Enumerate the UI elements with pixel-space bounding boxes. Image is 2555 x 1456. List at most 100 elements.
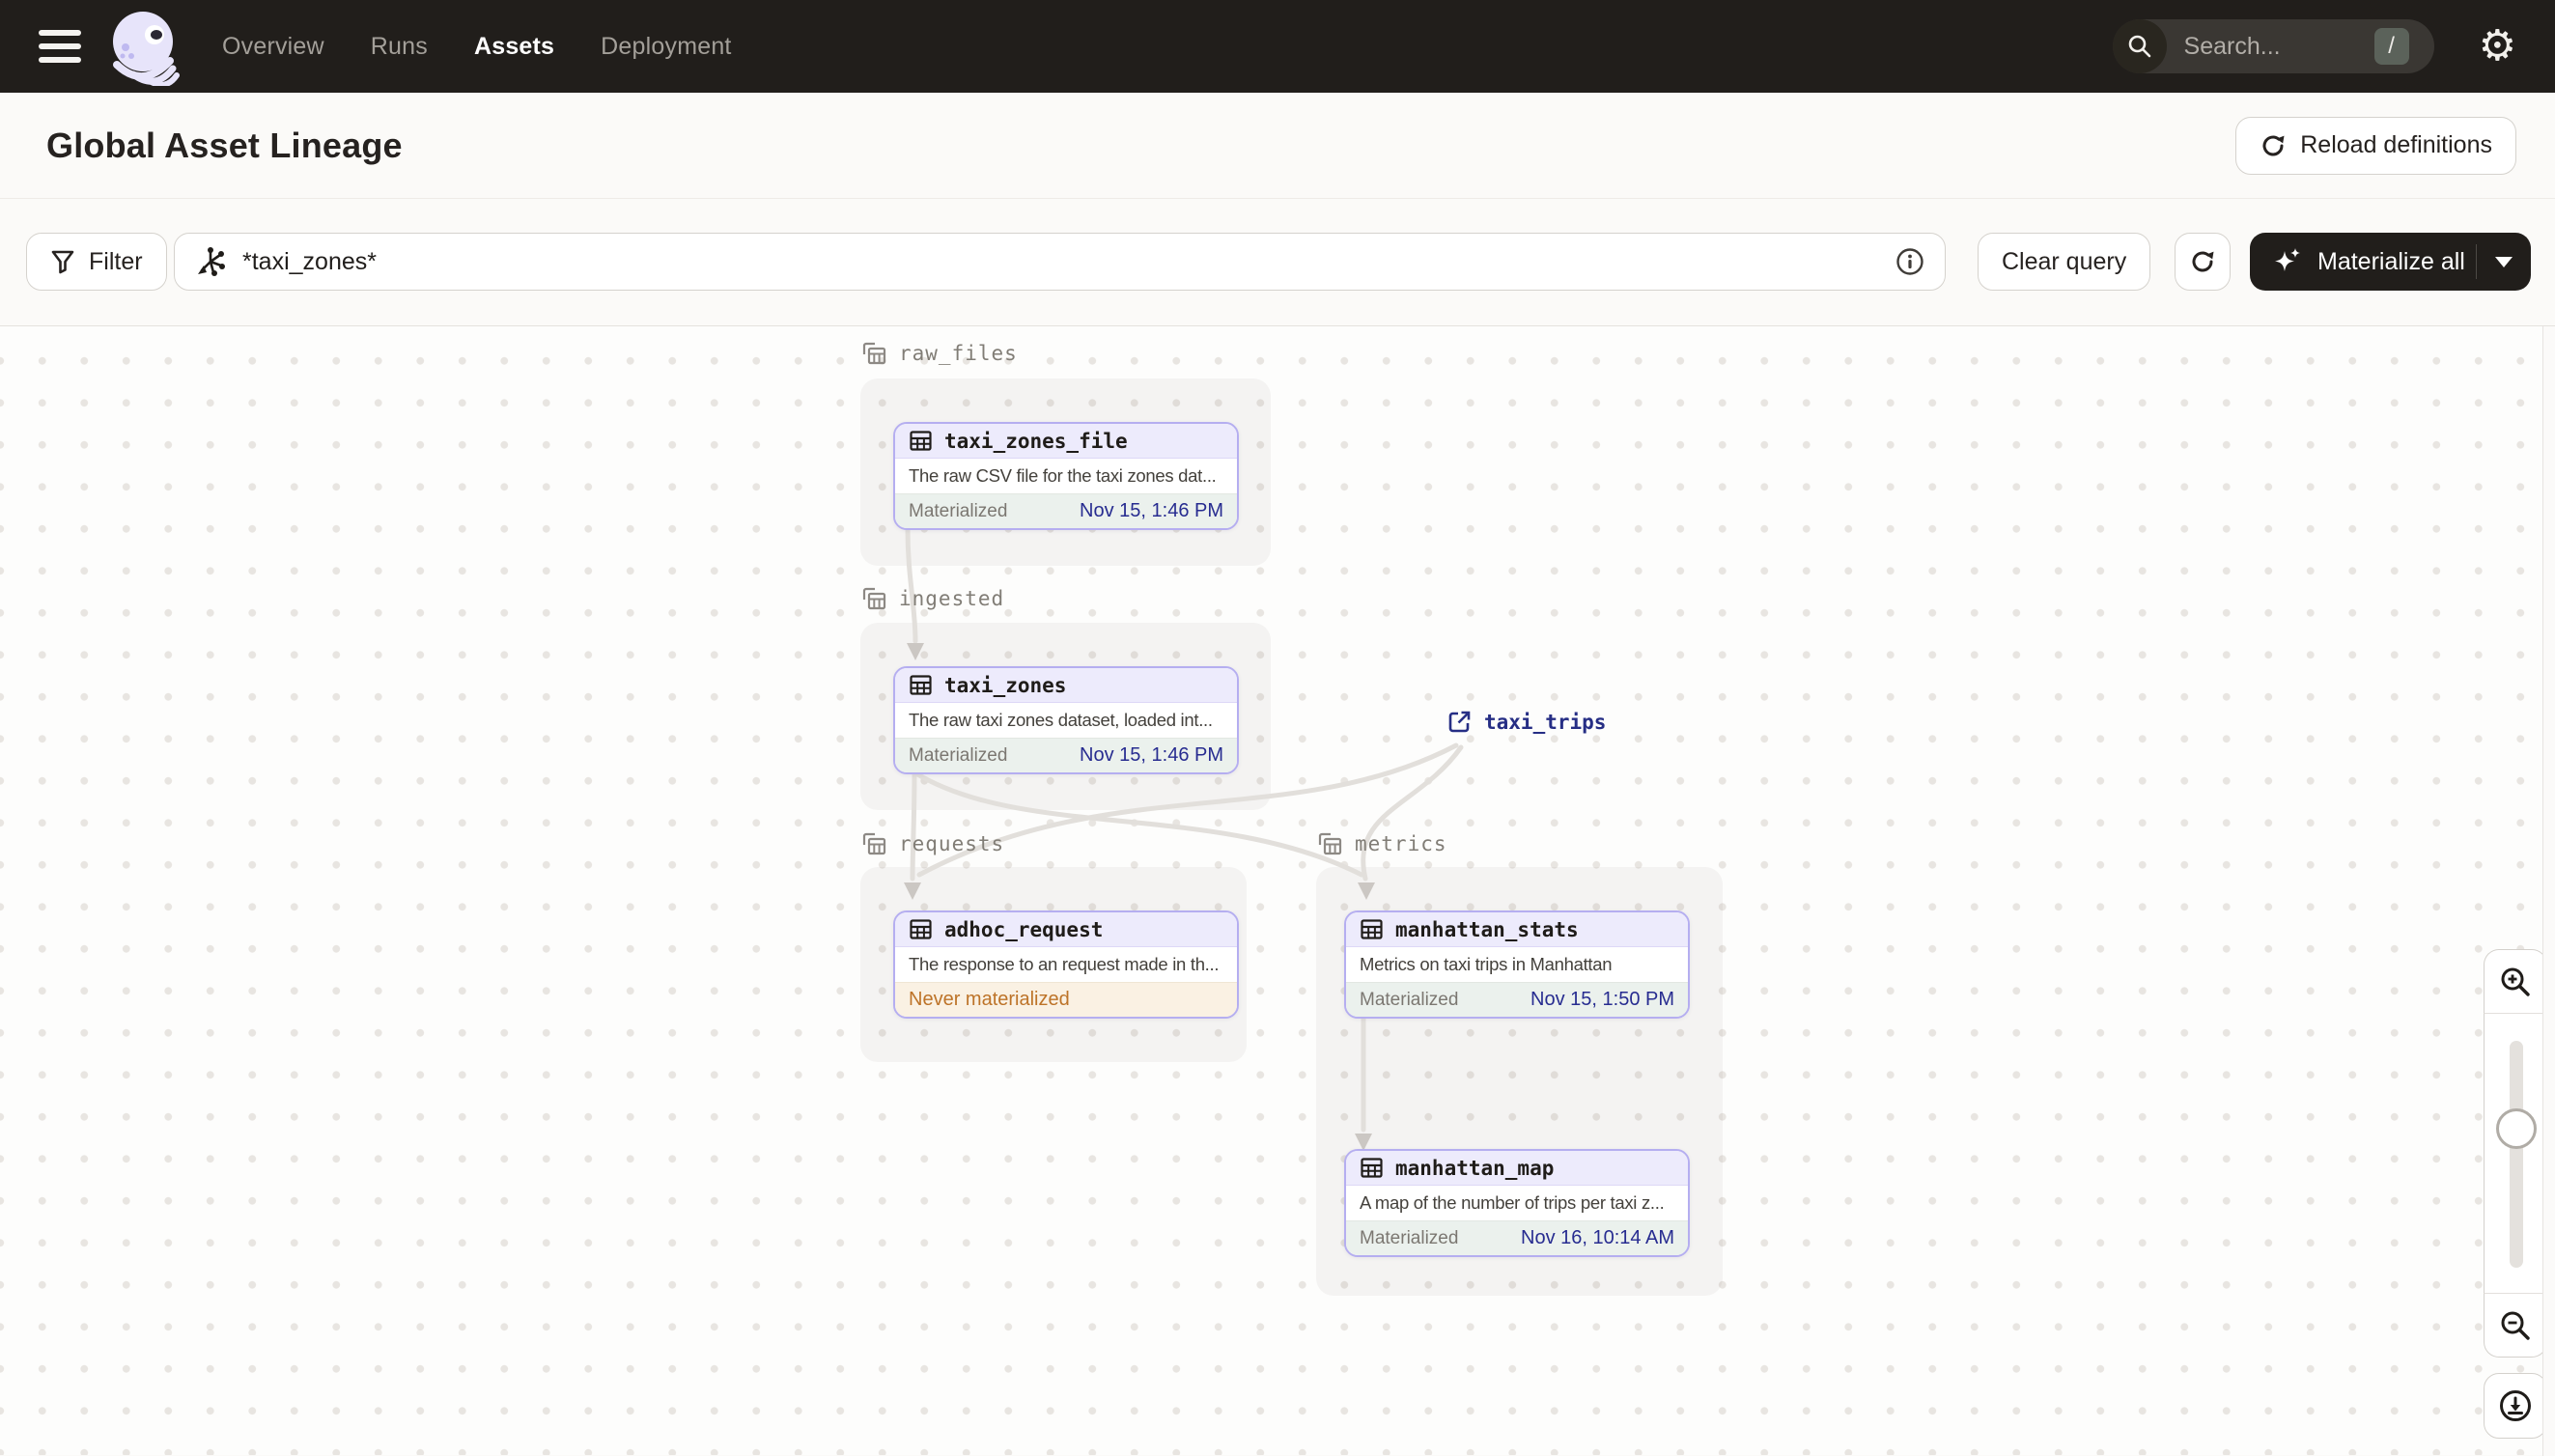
table-icon xyxy=(910,431,932,451)
group-table-icon xyxy=(862,342,886,365)
asset-description: The response to an request made in th... xyxy=(895,947,1237,982)
asset-node-manhattan-stats[interactable]: manhattan_stats Metrics on taxi trips in… xyxy=(1344,910,1690,1019)
nav-item-runs[interactable]: Runs xyxy=(371,33,428,61)
asset-node-adhoc-request[interactable]: adhoc_request The response to an request… xyxy=(893,910,1239,1019)
zoom-in-button[interactable] xyxy=(2484,949,2547,1013)
group-name: ingested xyxy=(899,587,1005,610)
status-label: Materialized xyxy=(909,500,1008,521)
nav-item-overview[interactable]: Overview xyxy=(222,33,324,61)
reload-definitions-label: Reload definitions xyxy=(2300,131,2492,158)
refresh-icon xyxy=(2192,251,2214,272)
asset-status-row: Materialized Nov 15, 1:46 PM xyxy=(895,493,1237,528)
table-icon xyxy=(1361,1158,1383,1178)
zoom-slider[interactable] xyxy=(2484,1013,2547,1294)
zoom-in-icon xyxy=(2501,967,2530,996)
asset-description: A map of the number of trips per taxi z.… xyxy=(1346,1186,1688,1220)
external-asset-taxi-trips[interactable]: taxi_trips xyxy=(1446,709,1606,735)
download-icon xyxy=(2500,1390,2531,1421)
asset-graph-icon xyxy=(198,247,225,276)
menu-bar xyxy=(39,30,81,36)
search-shortcut-badge: / xyxy=(2373,28,2409,65)
dagster-logo-icon[interactable] xyxy=(104,7,183,86)
download-view-button[interactable] xyxy=(2484,1373,2547,1439)
lineage-canvas[interactable]: raw_files ingested requests metrics taxi… xyxy=(0,325,2555,1455)
clear-query-label: Clear query xyxy=(2002,247,2127,275)
group-name: metrics xyxy=(1355,832,1447,855)
reload-definitions-button[interactable]: Reload definitions xyxy=(2235,116,2516,175)
filter-button[interactable]: Filter xyxy=(26,233,167,291)
search-icon xyxy=(2112,19,2167,73)
asset-status-row: Materialized Nov 15, 1:50 PM xyxy=(1346,982,1688,1017)
asset-node-header: manhattan_stats xyxy=(1346,912,1688,947)
asset-name: taxi_zones xyxy=(944,673,1067,697)
asset-node-header: adhoc_request xyxy=(895,912,1237,947)
status-timestamp[interactable]: Nov 16, 10:14 AM xyxy=(1521,1227,1674,1249)
group-table-icon xyxy=(862,587,886,610)
nav-links: Overview Runs Assets Deployment xyxy=(222,33,732,61)
reload-icon xyxy=(2262,135,2285,155)
materialize-dropdown-button[interactable] xyxy=(2477,233,2531,291)
asset-description: Metrics on taxi trips in Manhattan xyxy=(1346,947,1688,982)
nav-item-assets[interactable]: Assets xyxy=(474,33,554,61)
group-label-requests[interactable]: requests xyxy=(860,830,1004,857)
status-timestamp[interactable]: Nov 15, 1:50 PM xyxy=(1530,989,1674,1011)
page-header: Global Asset Lineage Reload definitions xyxy=(0,93,2555,199)
filter-label: Filter xyxy=(89,247,143,275)
menu-icon[interactable] xyxy=(39,30,81,63)
query-info-icon[interactable] xyxy=(1895,246,1925,277)
lineage-edges xyxy=(904,526,1464,1151)
status-label: Materialized xyxy=(1360,1227,1459,1248)
asset-status-row: Never materialized xyxy=(895,982,1237,1017)
group-name: raw_files xyxy=(899,342,1018,365)
asset-description: The raw taxi zones dataset, loaded int..… xyxy=(895,703,1237,738)
vertical-scrollbar[interactable] xyxy=(2542,326,2555,1456)
refresh-button[interactable] xyxy=(2175,233,2231,291)
group-table-icon xyxy=(862,832,886,855)
group-label-raw-files[interactable]: raw_files xyxy=(860,340,1018,367)
asset-node-header: manhattan_map xyxy=(1346,1151,1688,1186)
materialize-all-label: Materialize all xyxy=(2317,247,2465,275)
asset-node-manhattan-map[interactable]: manhattan_map A map of the number of tri… xyxy=(1344,1149,1690,1257)
settings-gear-icon[interactable]: ⚙ xyxy=(2479,25,2516,68)
status-label: Materialized xyxy=(909,744,1008,766)
zoom-out-button[interactable] xyxy=(2484,1294,2547,1358)
asset-name: manhattan_stats xyxy=(1395,917,1579,941)
filter-funnel-icon xyxy=(51,250,74,274)
search-input[interactable]: / xyxy=(2112,19,2434,73)
chevron-down-icon xyxy=(2495,256,2513,267)
zoom-slider-track[interactable] xyxy=(2510,1041,2523,1268)
sparkle-icon xyxy=(2275,248,2300,271)
zoom-out-icon xyxy=(2501,1311,2530,1340)
asset-name: taxi_zones_file xyxy=(944,429,1128,453)
group-label-ingested[interactable]: ingested xyxy=(860,585,1004,612)
clear-query-button[interactable]: Clear query xyxy=(1978,233,2151,291)
zoom-slider-handle[interactable] xyxy=(2496,1108,2537,1149)
external-link-icon xyxy=(1448,711,1471,733)
top-nav-bar: Overview Runs Assets Deployment / ⚙ xyxy=(0,0,2555,93)
search-field[interactable] xyxy=(2183,32,2348,61)
asset-status-row: Materialized Nov 16, 10:14 AM xyxy=(1346,1220,1688,1255)
table-icon xyxy=(910,675,932,695)
status-label: Materialized xyxy=(1360,989,1459,1010)
asset-node-header: taxi_zones_file xyxy=(895,424,1237,459)
asset-node-taxi-zones-file[interactable]: taxi_zones_file The raw CSV file for the… xyxy=(893,422,1239,530)
nav-right-cluster: / ⚙ xyxy=(2112,0,2516,93)
menu-bar xyxy=(39,57,81,63)
materialize-all-button[interactable]: Materialize all xyxy=(2250,233,2476,291)
asset-name: manhattan_map xyxy=(1395,1156,1555,1180)
materialize-all-button-group: Materialize all xyxy=(2250,233,2531,291)
asset-node-taxi-zones[interactable]: taxi_zones The raw taxi zones dataset, l… xyxy=(893,666,1239,774)
page-title: Global Asset Lineage xyxy=(46,125,403,165)
table-icon xyxy=(910,919,932,939)
status-timestamp[interactable]: Nov 15, 1:46 PM xyxy=(1080,744,1223,767)
nav-item-deployment[interactable]: Deployment xyxy=(601,33,731,61)
asset-description: The raw CSV file for the taxi zones dat.… xyxy=(895,459,1237,493)
asset-name: adhoc_request xyxy=(944,917,1104,941)
asset-query-input[interactable] xyxy=(174,233,1946,291)
group-name: requests xyxy=(899,832,1005,855)
asset-status-row: Materialized Nov 15, 1:46 PM xyxy=(895,738,1237,772)
status-timestamp[interactable]: Nov 15, 1:46 PM xyxy=(1080,500,1223,522)
asset-node-header: taxi_zones xyxy=(895,668,1237,703)
asset-query-field[interactable] xyxy=(242,247,1895,276)
group-label-metrics[interactable]: metrics xyxy=(1316,830,1447,857)
